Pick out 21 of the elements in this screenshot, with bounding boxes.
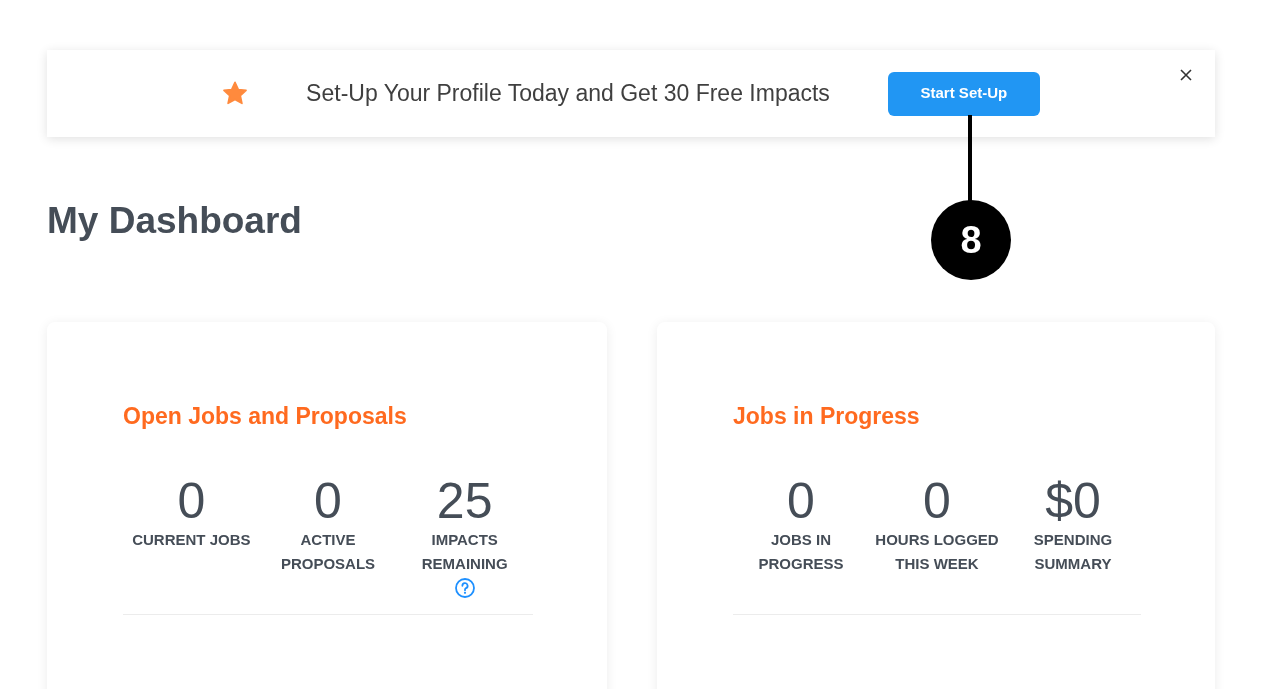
card-title: Open Jobs and Proposals — [123, 402, 407, 430]
close-icon[interactable] — [1180, 69, 1192, 81]
banner-message: Set-Up Your Profile Today and Get 30 Free Impacts — [306, 79, 830, 109]
card-title: Jobs in Progress — [733, 402, 920, 430]
star-icon — [222, 81, 249, 106]
stat-label: IMPACTS REMAINING — [420, 530, 509, 574]
page-title: My Dashboard — [47, 199, 302, 243]
stat-value: 0 — [923, 476, 951, 526]
step-number-badge: 8 — [931, 200, 1011, 280]
stat-label: CURRENT JOBS — [132, 530, 251, 550]
stat-value: 25 — [436, 476, 493, 526]
help-icon[interactable] — [454, 578, 475, 598]
stat-label: ACTIVE PROPOSALS — [279, 530, 377, 574]
stat-label: SPENDING SUMMARY — [1032, 530, 1114, 574]
stat-value: 0 — [177, 476, 206, 526]
stat-label: JOBS IN PROGRESS — [757, 530, 845, 574]
stat-value: 0 — [314, 476, 342, 526]
stat-value: 0 — [787, 476, 815, 526]
stat-value: $0 — [1045, 476, 1101, 526]
start-setup-button[interactable]: Start Set-Up — [887, 71, 1040, 116]
stat-label: HOURS LOGGED THIS WEEK — [874, 530, 1000, 574]
